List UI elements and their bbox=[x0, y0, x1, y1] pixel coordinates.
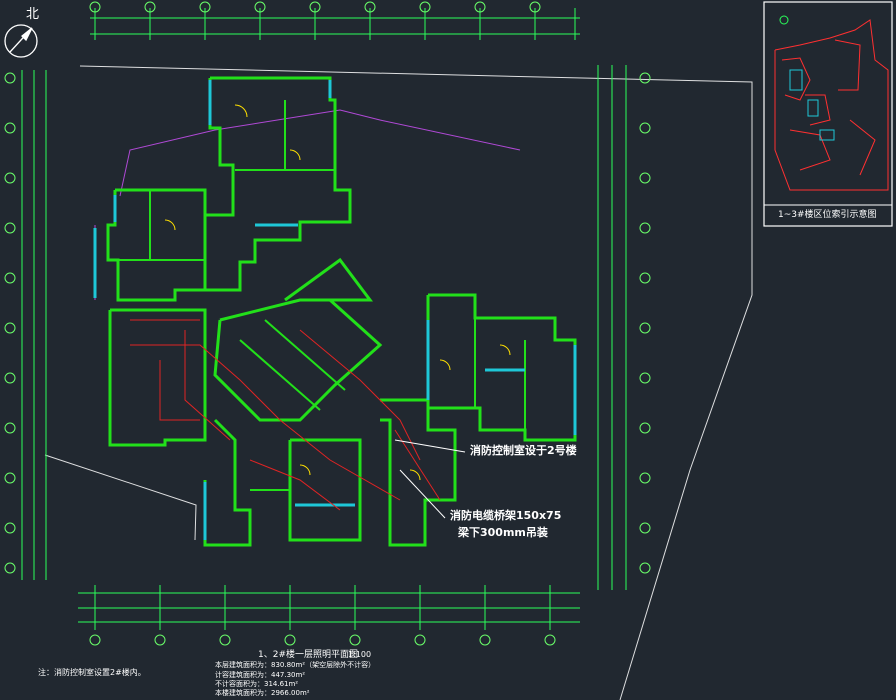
location-inset bbox=[763, 1, 893, 227]
area-line: 不计容面积为：314.61m² bbox=[215, 680, 299, 688]
north-label: 北 bbox=[26, 7, 40, 22]
area-line: 本层建筑面积为：830.80m²（架空层除外不计容） bbox=[215, 661, 376, 669]
plan-title: 1、2#楼一层照明平面图 bbox=[258, 650, 358, 660]
lighting-wiring bbox=[130, 319, 441, 511]
area-line: 计容建筑面积为：447.30m² bbox=[215, 671, 306, 679]
fire-control-note: 消防控制室设于2号楼 bbox=[470, 444, 577, 457]
floor-plan-drawing bbox=[4, 1, 893, 700]
left-dimensions bbox=[21, 70, 47, 580]
magenta-boundary bbox=[94, 109, 521, 300]
remark-note: 注：消防控制室设置2#楼内。 bbox=[38, 668, 146, 677]
north-arrow bbox=[4, 24, 38, 58]
plan-scale: 1:100 bbox=[348, 650, 372, 659]
building-walls bbox=[106, 76, 577, 547]
bottom-dimensions bbox=[78, 585, 580, 630]
cable-tray-note: 消防电缆桥架150x75 bbox=[450, 509, 562, 522]
axis-bubbles bbox=[4, 1, 651, 646]
cable-tray-mounting-note: 梁下300mm吊装 bbox=[458, 526, 548, 539]
area-line: 本楼建筑面积为：2966.00m² bbox=[215, 689, 310, 697]
inset-caption: 1~3#楼区位索引示意图 bbox=[778, 210, 877, 220]
top-dimensions bbox=[90, 8, 580, 40]
right-dimensions bbox=[597, 65, 627, 590]
